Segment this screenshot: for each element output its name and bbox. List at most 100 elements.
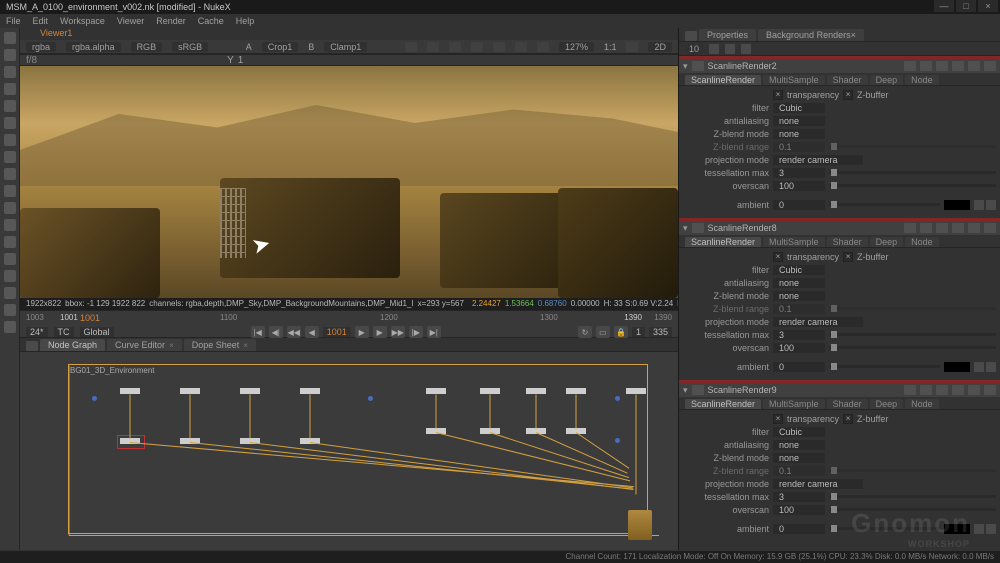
node[interactable] [526, 388, 546, 394]
proj-select[interactable]: render camera [773, 155, 863, 165]
node[interactable] [626, 388, 646, 394]
zoom-field[interactable]: 127% [559, 42, 594, 52]
play-fwd-button[interactable]: ▶▶ [391, 326, 405, 338]
tool-particles-icon[interactable] [4, 219, 16, 231]
ambient-field[interactable]: 0 [773, 362, 825, 372]
float-icon[interactable] [968, 385, 980, 395]
viewer-top-ruler[interactable]: f/8 Y 1 [20, 54, 678, 66]
window-max-button[interactable]: □ [956, 0, 976, 12]
tess-slider[interactable] [829, 171, 996, 174]
overscan-field[interactable]: 100 [773, 505, 825, 515]
pause-icon[interactable] [449, 42, 461, 52]
ambient-slider[interactable] [829, 365, 940, 368]
antialias-select[interactable]: none [773, 278, 825, 288]
tc-field[interactable]: TC [54, 327, 74, 337]
subtab-multisample[interactable]: MultiSample [763, 75, 825, 85]
subtab-shader[interactable]: Shader [827, 75, 868, 85]
inc-field[interactable]: 1 [632, 327, 645, 337]
zrange-slider[interactable] [829, 469, 996, 472]
menu-file[interactable]: File [6, 14, 21, 28]
zrange-slider[interactable] [829, 307, 996, 310]
tab-bg-renders[interactable]: Background Renders× [758, 29, 864, 41]
zrange-field[interactable]: 0.1 [773, 466, 825, 476]
close-panel-icon[interactable] [984, 385, 996, 395]
global-field[interactable]: Global [80, 327, 114, 337]
ambient-color-swatch[interactable] [944, 362, 970, 372]
ambient-slider[interactable] [829, 203, 940, 206]
close-all-icon[interactable] [741, 44, 751, 54]
menu-help[interactable]: Help [236, 14, 255, 28]
overscan-slider[interactable] [829, 346, 996, 349]
zblend-select[interactable]: none [773, 453, 825, 463]
menu-viewer[interactable]: Viewer [117, 14, 144, 28]
node[interactable] [566, 388, 586, 394]
node-color-icon[interactable] [692, 223, 704, 233]
jump-end-button[interactable]: ▶| [427, 326, 441, 338]
tab-node-graph[interactable]: Node Graph [40, 339, 105, 351]
node-color-icon[interactable] [692, 385, 704, 395]
revert-icon[interactable] [920, 385, 932, 395]
expand-color-icon[interactable] [986, 362, 996, 372]
jump-start-button[interactable]: |◀ [251, 326, 265, 338]
colorspace-select[interactable]: RGB [131, 42, 163, 52]
overscan-field[interactable]: 100 [773, 181, 825, 191]
channel-select[interactable]: rgba [26, 42, 56, 52]
proj-select[interactable]: render camera [773, 317, 863, 327]
menu-edit[interactable]: Edit [33, 14, 49, 28]
proxy-icon[interactable] [427, 42, 439, 52]
node-dot[interactable] [615, 438, 620, 443]
alpha-select[interactable]: rgba.alpha [66, 42, 121, 52]
tool-metadata-icon[interactable] [4, 270, 16, 282]
tool-draw-icon[interactable] [4, 66, 16, 78]
refresh-icon[interactable] [493, 42, 505, 52]
current-frame-field[interactable]: 1001 [323, 327, 351, 337]
transparency-checkbox[interactable]: × [773, 252, 783, 262]
overscan-field[interactable]: 100 [773, 343, 825, 353]
ab-icon[interactable] [471, 42, 483, 52]
tool-keyer-icon[interactable] [4, 151, 16, 163]
tess-slider[interactable] [829, 495, 996, 498]
subtab-node[interactable]: Node [905, 75, 939, 85]
close-panel-icon[interactable] [984, 223, 996, 233]
picker-icon[interactable] [974, 200, 984, 210]
expand-icon[interactable]: ▾ [683, 223, 688, 234]
proj-select[interactable]: render camera [773, 479, 863, 489]
node-dot[interactable] [615, 396, 620, 401]
pause2-icon[interactable] [537, 42, 549, 52]
view-mode-select[interactable]: 2D [648, 42, 672, 52]
tool-merge-icon[interactable] [4, 168, 16, 180]
play-back-button[interactable]: ◀◀ [287, 326, 301, 338]
close-panel-icon[interactable] [984, 61, 996, 71]
frame-count-field[interactable]: 335 [649, 327, 672, 337]
subtab-shader[interactable]: Shader [827, 399, 868, 409]
help-icon[interactable] [952, 223, 964, 233]
overscan-slider[interactable] [829, 184, 996, 187]
zrange-field[interactable]: 0.1 [773, 304, 825, 314]
subtab-deep[interactable]: Deep [870, 399, 904, 409]
transparency-checkbox[interactable]: × [773, 90, 783, 100]
play-button[interactable]: ▶ [355, 326, 369, 338]
picker-icon[interactable] [974, 362, 984, 372]
panel-header[interactable]: ▾ ScanlineRender9 [679, 383, 1000, 397]
node[interactable] [480, 388, 500, 394]
window-close-button[interactable]: × [978, 0, 998, 12]
center-icon[interactable] [904, 61, 916, 71]
subtab-multisample[interactable]: MultiSample [763, 399, 825, 409]
node-a-select[interactable]: Crop1 [262, 42, 299, 52]
pin-icon[interactable] [685, 31, 697, 41]
expand-color-icon[interactable] [986, 200, 996, 210]
lock-icon[interactable] [626, 42, 638, 52]
fps-field[interactable]: 24* [26, 327, 48, 337]
node[interactable] [426, 388, 446, 394]
node[interactable] [300, 388, 320, 394]
subtab-deep[interactable]: Deep [870, 237, 904, 247]
clear-icon[interactable] [725, 44, 735, 54]
lock-icon[interactable] [709, 44, 719, 54]
roi-icon[interactable] [405, 42, 417, 52]
expand-icon[interactable]: ▾ [683, 385, 688, 396]
tool-deep-icon[interactable] [4, 236, 16, 248]
subtab-node[interactable]: Node [905, 237, 939, 247]
tool-channel-icon[interactable] [4, 100, 16, 112]
float-icon[interactable] [968, 223, 980, 233]
picker-icon[interactable] [974, 524, 984, 534]
